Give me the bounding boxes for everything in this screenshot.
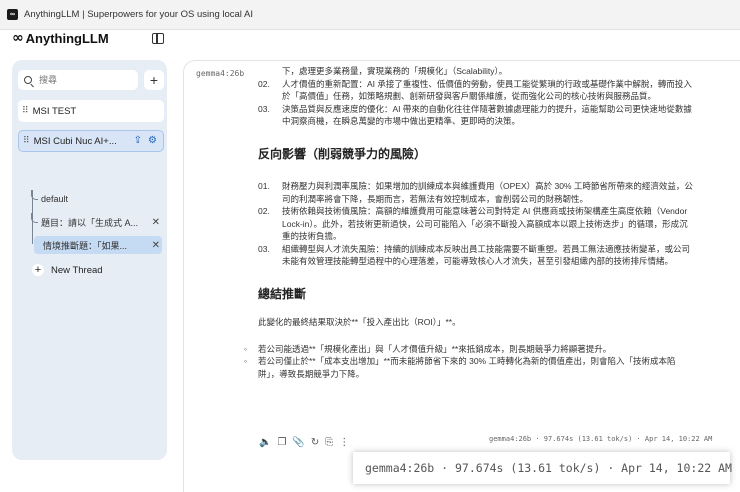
message-line: 03. 決策品質與反應速度的優化：AI 帶來的自動化往往伴隨著數據處理能力的提升，…: [258, 103, 718, 116]
message-actions: 🔈 ❐ 📎 ↻ ⎘ ⋮: [259, 437, 349, 448]
workspace-actions: ⇪ ⚙: [134, 135, 157, 146]
message-line: 中洞察商機，在瞬息萬變的市場中做出更精準、更即時的決策。: [282, 116, 521, 126]
message-text: 決策品質與反應速度的優化：AI 帶來的自動化往往伴隨著數據處理能力的提升，這能幫…: [282, 103, 692, 114]
message-meta: gemma4:26b · 97.674s (13.61 tok/s) · Apr…: [489, 435, 713, 443]
attach-icon[interactable]: 📎: [292, 437, 304, 448]
gear-icon[interactable]: ⚙: [148, 135, 157, 146]
message-line: 01. 財務壓力與利潤率風險：如果增加的訓練成本與維護費用（OPEX）高於 30%…: [258, 180, 718, 193]
message-text: 若公司僅止於**「成本支出增加」**而未能將節省下來的 30% 工時轉化為新的價…: [258, 356, 676, 366]
message-line: 司的利潤率將會下降，長期而言，若無法有效控制成本，會削弱公司的財務韌性。: [282, 193, 589, 204]
fork-icon[interactable]: ⎘: [325, 437, 333, 448]
message-line: 02. 人才價值的重新配置：AI 承接了重複性、低價值的勞動，使員工能從繁瑣的行政…: [258, 78, 718, 91]
message-line: 03. 組織轉型與人才流失風險：持續的訓練成本反映出員工技能需要不斷重塑。若員工無…: [258, 243, 718, 256]
thread-label: 情境推斷題：「如果...: [43, 240, 128, 251]
search-box[interactable]: [18, 70, 138, 90]
section-heading: 反向影響（削弱競爭力的風險）: [258, 146, 427, 161]
message-text: 技術依賴與技術債風險：高額的維護費用可能意味著公司對特定 AI 供應商或技術架構…: [282, 206, 688, 216]
search-input[interactable]: [39, 75, 129, 85]
message-line: 於「高價值」任務，如策略規劃、創新研發與客戶關係維護，從而強化公司的核心技術與服…: [282, 91, 657, 101]
list-item: 阱」，導致長期競爭力下降。: [258, 368, 718, 381]
anythingllm-app-icon: ∞: [7, 9, 18, 20]
message-line: 下，處理更多業務量，實現業務的「規模化」（Scalability）。: [282, 66, 508, 76]
message-line: 此變化的最終結果取決於**「投入產出比（ROI）」**。: [258, 317, 461, 327]
summary-list: ◦ 若公司能透過**「規模化產出」與「人才價值升級」**來抵銷成本，則長期競爭力將…: [244, 343, 718, 381]
model-tag: gemma4:26b: [196, 69, 245, 78]
list-number: 02.: [258, 78, 270, 89]
thread-item-default[interactable]: default: [31, 190, 162, 208]
list-number: 03.: [258, 243, 270, 254]
chat-main: gemma4:26b 下，處理更多業務量，實現業務的「規模化」（Scalabil…: [183, 60, 740, 492]
brand-name: AnythingLLM: [25, 30, 109, 46]
thread-item[interactable]: 題目：請以「生成式 A... ✕: [31, 213, 162, 231]
thread-label: 題目：請以「生成式 A...: [41, 217, 139, 228]
more-icon[interactable]: ⋮: [339, 437, 349, 448]
workspace-label: MSI TEST: [32, 105, 77, 117]
message-line: 02. 技術依賴與技術債風險：高額的維護費用可能意味著公司對特定 AI 供應商或技…: [258, 205, 718, 218]
new-thread-label: New Thread: [51, 264, 103, 276]
new-workspace-button[interactable]: +: [144, 70, 164, 90]
workspace-label: MSI Cubi Nuc AI+...: [33, 135, 117, 147]
thread-item-active[interactable]: 情境推斷題：「如果... ✕: [34, 236, 162, 254]
window-title: AnythingLLM | Superpowers for your OS us…: [24, 9, 254, 20]
list-item: ◦ 若公司僅止於**「成本支出增加」**而未能將節省下來的 30% 工時轉化為新的…: [244, 356, 676, 366]
assistant-message: 下，處理更多業務量，實現業務的「規模化」（Scalability）。 02. 人才…: [244, 65, 718, 381]
zoom-callout: gemma4:26b · 97.674s (13.61 tok/s) · Apr…: [353, 452, 732, 484]
regenerate-icon[interactable]: ↻: [311, 437, 319, 448]
message-line: Lock-in）。此外，若技術更新過快，公司可能陷入「必須不斷投入高額成本以跟上…: [282, 218, 688, 229]
brand: ∞ AnythingLLM: [12, 30, 109, 46]
list-number: 01.: [258, 181, 270, 191]
copy-icon[interactable]: ❐: [277, 437, 286, 448]
workspace-item-msi-test[interactable]: ⠿ MSI TEST: [18, 100, 164, 122]
new-thread-button[interactable]: + New Thread: [32, 264, 103, 276]
message-text: 若公司能透過**「規模化產出」與「人才價值升級」**來抵銷成本，則長期競爭力將顯…: [258, 343, 612, 354]
section-heading: 總結推斷: [258, 286, 307, 301]
list-number: 02.: [258, 206, 270, 216]
message-line: 重的技術負擔。: [282, 231, 342, 241]
thread-label: default: [41, 194, 69, 204]
close-icon[interactable]: ✕: [152, 217, 160, 228]
window-titlebar: ∞ AnythingLLM | Superpowers for your OS …: [0, 0, 740, 30]
search-icon: [24, 76, 32, 84]
workspace-item-msi-cubi[interactable]: ⠿ MSI Cubi Nuc AI+... ⇪ ⚙: [18, 130, 164, 152]
message-text: 組織轉型與人才流失風險：持續的訓練成本反映出員工技能需要不斷重塑。若員工無法適應…: [282, 243, 691, 254]
drag-handle-icon[interactable]: ⠿: [22, 106, 29, 116]
message-text: 人才價值的重新配置：AI 承接了重複性、低價值的勞動，使員工能從繁瑣的行政或基礎…: [282, 78, 692, 89]
anythingllm-logo-icon: ∞: [12, 30, 24, 46]
upload-icon[interactable]: ⇪: [134, 135, 142, 146]
thread-branch: [31, 190, 38, 200]
plus-icon: +: [32, 264, 44, 276]
thread-branch: [31, 213, 38, 223]
sidebar-toggle-icon[interactable]: [152, 33, 164, 44]
list-item: ◦ 若公司能透過**「規模化產出」與「人才價值升級」**來抵銷成本，則長期競爭力將…: [244, 343, 612, 354]
speaker-icon[interactable]: 🔈: [259, 437, 271, 448]
drag-handle-icon[interactable]: ⠿: [23, 136, 30, 146]
list-number: 03.: [258, 103, 270, 114]
workspace-panel: + ⠿ MSI TEST ⠿ MSI Cubi Nuc AI+... ⇪ ⚙ d…: [12, 60, 167, 460]
message-line: 未能有效管理技能轉型過程中的心理落差，可能導致核心人才流失，甚至引發組織內部的技…: [282, 256, 674, 266]
message-text: 財務壓力與利潤率風險：如果增加的訓練成本與維護費用（OPEX）高於 30% 工時…: [282, 181, 693, 191]
message-text: 阱」，導致長期競爭力下降。: [258, 368, 365, 379]
close-icon[interactable]: ✕: [152, 240, 160, 251]
